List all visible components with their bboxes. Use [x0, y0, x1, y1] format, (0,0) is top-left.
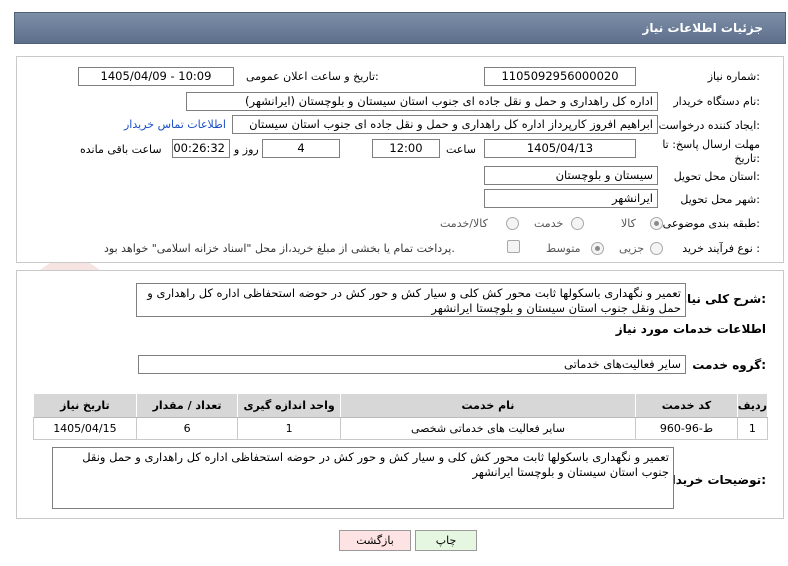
service-group-field[interactable]: سایر فعالیت‌های خدماتی	[138, 355, 686, 374]
category-radio-goods-service[interactable]	[506, 217, 519, 230]
time-remaining-label: ساعت باقی مانده	[80, 143, 162, 156]
creator-label: ایجاد کننده درخواست:	[658, 119, 760, 132]
province-label: استان محل تحویل:	[673, 170, 760, 183]
category-label: طبقه بندی موضوعی:	[662, 217, 760, 230]
services-section-title: اطلاعات خدمات مورد نیاز	[615, 322, 766, 336]
announce-date-label: تاریخ و ساعت اعلان عمومی:	[246, 70, 379, 83]
table-row[interactable]: 1 ط-96-960 سایر فعالیت های خدماتی شخصی 1…	[33, 417, 769, 440]
creator-field[interactable]: ابراهیم افروز کارپرداز اداره کل راهداری …	[232, 115, 658, 134]
city-field[interactable]: ایرانشهر	[484, 189, 658, 208]
col-quantity: تعداد / مقدار	[135, 393, 239, 418]
deadline-date-suffix-label: تاریخ:	[734, 152, 760, 165]
category-option-goods: کالا	[621, 217, 636, 230]
cell-row-number: 1	[736, 417, 769, 440]
back-button[interactable]: بازگشت	[339, 530, 411, 551]
cell-quantity: 6	[135, 417, 239, 440]
province-field[interactable]: سیستان و بلوچستان	[484, 166, 658, 185]
city-label: شهر محل تحویل:	[680, 193, 760, 206]
page-header: جزئیات اطلاعات نیاز	[14, 12, 786, 44]
category-option-service: خدمت	[534, 217, 564, 230]
buyer-notes-label: توضیحات خریدار:	[664, 473, 766, 487]
cell-need-date: 1405/04/15	[33, 417, 137, 440]
process-option-medium: متوسط	[546, 242, 581, 255]
process-radio-medium[interactable]	[591, 242, 604, 255]
time-remaining-field[interactable]: 00:26:32	[172, 139, 230, 158]
services-table-header: ردیف کد خدمت نام خدمت واحد اندازه گیری ت…	[33, 393, 769, 418]
buyer-org-label: نام دستگاه خریدار:	[673, 95, 760, 108]
buyer-org-field[interactable]: اداره کل راهداری و حمل و نقل جاده ای جنو…	[186, 92, 658, 111]
col-row-number: ردیف	[736, 393, 769, 418]
treasury-payment-checkbox[interactable]	[507, 240, 520, 253]
need-number-field[interactable]: 1105092956000020	[484, 67, 636, 86]
deadline-date-field[interactable]: 1405/04/13	[484, 139, 636, 158]
days-label: روز و	[234, 143, 259, 156]
need-details-panel	[16, 56, 784, 263]
category-radio-service[interactable]	[571, 217, 584, 230]
treasury-payment-note: پرداخت تمام یا بخشی از مبلغ خرید،از محل …	[104, 242, 455, 255]
page-title: جزئیات اطلاعات نیاز	[642, 21, 763, 35]
process-radio-minor[interactable]	[650, 242, 663, 255]
cell-service-name: سایر فعالیت های خدماتی شخصی	[339, 417, 637, 440]
summary-textarea[interactable]: تعمیر و نگهداری باسکولها ثابت محور کش کل…	[136, 283, 686, 317]
col-service-code: کد خدمت	[635, 393, 738, 418]
col-service-name: نام خدمت	[339, 393, 637, 418]
deadline-label: مهلت ارسال پاسخ: تا	[662, 138, 760, 151]
service-group-label: گروه خدمت:	[692, 358, 766, 372]
cell-unit: 1	[237, 417, 341, 440]
announce-date-field[interactable]: 1405/04/09 - 10:09	[78, 67, 234, 86]
category-option-goods-service: کالا/خدمت	[440, 217, 488, 230]
deadline-time-label: ساعت	[446, 143, 476, 156]
process-label: نوع فرآیند خرید :	[682, 242, 760, 255]
need-number-label: شماره نیاز:	[707, 70, 760, 83]
col-need-date: تاریخ نیاز	[33, 393, 137, 418]
print-button[interactable]: چاپ	[415, 530, 477, 551]
services-table: ردیف کد خدمت نام خدمت واحد اندازه گیری ت…	[33, 393, 769, 440]
deadline-time-field[interactable]: 12:00	[372, 139, 440, 158]
process-option-minor: جزیی	[619, 242, 645, 255]
days-remaining-field[interactable]: 4	[262, 139, 340, 158]
cell-service-code: ط-96-960	[635, 417, 738, 440]
buyer-notes-textarea[interactable]: تعمیر و نگهداری باسکولها ثابت محور کش کل…	[52, 447, 674, 509]
col-unit: واحد اندازه گیری	[237, 393, 341, 418]
category-radio-goods[interactable]	[650, 217, 663, 230]
summary-label: شرح کلی نیاز:	[680, 292, 766, 306]
buyer-contact-link[interactable]: اطلاعات تماس خریدار	[124, 118, 226, 131]
